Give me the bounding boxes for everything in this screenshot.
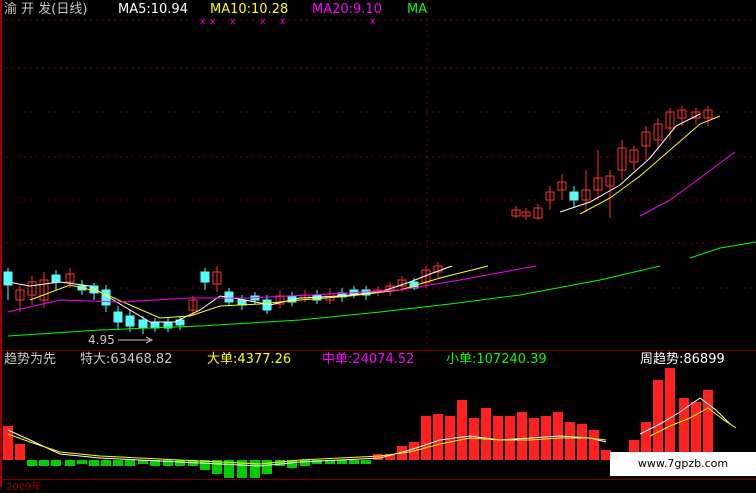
flow-bar-up bbox=[665, 368, 675, 460]
weekly-trend-readout: 周趋势:86899 bbox=[640, 352, 725, 367]
zhongdan-readout: 中单:24074.52 bbox=[322, 352, 415, 367]
flow-bar-up bbox=[589, 430, 599, 460]
price-chart[interactable]: x x x x x x4.95 bbox=[0, 0, 756, 350]
signal-marker: x bbox=[230, 17, 236, 27]
flow-bar-up bbox=[541, 416, 551, 460]
flow-bar-up bbox=[703, 390, 713, 460]
flow-bar-down bbox=[77, 460, 87, 464]
flow-bar-down bbox=[101, 460, 111, 466]
flow-bar-up bbox=[565, 422, 575, 460]
candle-down bbox=[3, 271, 13, 286]
chart-window[interactable]: 渝 开 发(日线) MA5:10.94 MA10:10.28 MA20:9.10… bbox=[0, 0, 756, 493]
ma60-line bbox=[689, 241, 756, 259]
xiaodan-readout: 小单:107240.39 bbox=[446, 352, 547, 367]
candle-down bbox=[150, 321, 160, 329]
flow-bar-down bbox=[39, 460, 49, 466]
flow-bar-down bbox=[51, 460, 61, 466]
dadan-readout: 大单:4377.26 bbox=[207, 352, 292, 367]
flow-bar-down bbox=[361, 460, 371, 464]
signal-marker: x bbox=[210, 17, 216, 27]
flow-bar-up bbox=[517, 412, 527, 460]
signal-marker: x bbox=[200, 17, 206, 27]
candle-down bbox=[200, 271, 210, 283]
flow-bar-up bbox=[373, 454, 383, 460]
flow-bar-down bbox=[175, 460, 185, 466]
flow-bar-up bbox=[493, 416, 503, 460]
flow-bar-down bbox=[300, 460, 310, 466]
flow-bar-down bbox=[27, 460, 37, 466]
ma10-line bbox=[29, 265, 489, 319]
tedai-readout: 特大:63468.82 bbox=[80, 352, 173, 367]
date-axis-label: 2009年 bbox=[6, 482, 42, 493]
candle-down bbox=[51, 274, 61, 283]
flow-bar-up bbox=[421, 416, 431, 460]
candle-down bbox=[113, 311, 123, 323]
watermark: www.7gpzb.com bbox=[610, 452, 756, 476]
flow-bar-down bbox=[275, 460, 285, 466]
flow-bar-up bbox=[653, 380, 663, 460]
panel-divider bbox=[0, 350, 756, 351]
flow-bar-down bbox=[89, 460, 99, 466]
candle-down bbox=[569, 191, 579, 201]
ma20-line bbox=[639, 151, 736, 217]
flow-bar-up bbox=[505, 416, 515, 460]
flow-bar-up bbox=[457, 400, 467, 460]
flow-bar-up bbox=[577, 424, 587, 460]
flow-bar-down bbox=[250, 460, 260, 478]
ma5-line bbox=[559, 113, 701, 213]
flow-bar-up bbox=[481, 408, 491, 460]
flow-bar-down bbox=[65, 460, 75, 466]
flow-bar-down bbox=[337, 460, 347, 464]
flow-bar-up bbox=[15, 444, 25, 460]
flow-bar-down bbox=[349, 460, 359, 464]
ma10-line bbox=[579, 115, 721, 215]
flow-bar-down bbox=[125, 460, 135, 466]
signal-marker: x bbox=[280, 17, 286, 27]
candle-down bbox=[237, 299, 247, 306]
indicator-title: 趋势为先 bbox=[4, 352, 57, 367]
flow-bar-down bbox=[113, 460, 123, 466]
signal-marker: x bbox=[260, 17, 266, 27]
axis-divider bbox=[0, 479, 756, 480]
candle-down bbox=[138, 319, 148, 329]
low-price-label: 4.95 bbox=[88, 333, 115, 347]
flow-bar-down bbox=[262, 460, 272, 474]
signal-marker: x bbox=[370, 17, 376, 27]
candle-down bbox=[125, 315, 135, 327]
flow-bar-up bbox=[433, 414, 443, 460]
